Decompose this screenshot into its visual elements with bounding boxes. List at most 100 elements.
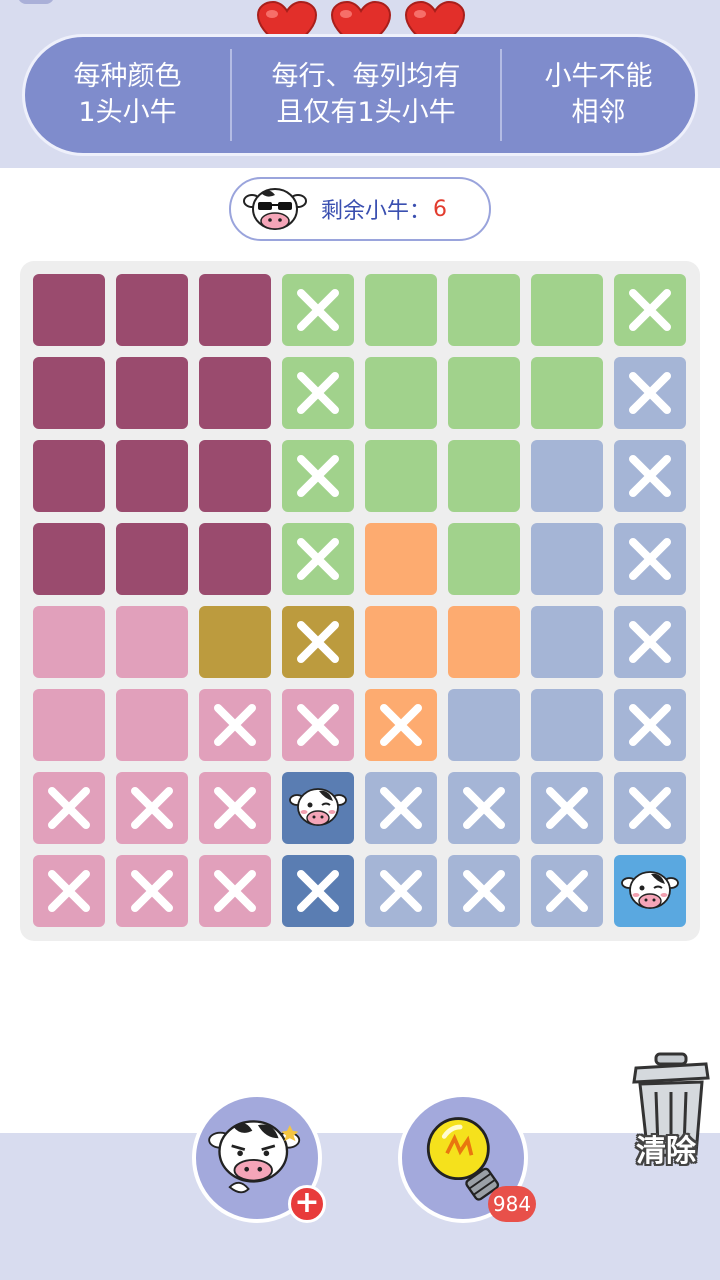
board-cell[interactable] — [448, 357, 520, 429]
board-cell[interactable] — [614, 274, 686, 346]
board-cell[interactable] — [448, 274, 520, 346]
board-cell[interactable] — [199, 523, 271, 595]
board-cell[interactable] — [282, 772, 354, 844]
board-cell[interactable] — [531, 357, 603, 429]
board-cell[interactable] — [531, 523, 603, 595]
cross-mark-icon — [627, 702, 673, 748]
cross-mark-icon — [212, 868, 258, 914]
board-cell[interactable] — [531, 274, 603, 346]
cross-mark-icon — [627, 619, 673, 665]
board-cell[interactable] — [116, 772, 188, 844]
rule-row-col-line1: 每行、每列均有 — [271, 61, 461, 92]
cow-placed-icon — [289, 785, 347, 831]
board-cell[interactable] — [116, 606, 188, 678]
board-cell[interactable] — [531, 689, 603, 761]
cross-mark-icon — [46, 868, 92, 914]
remaining-cows-pill: 剩余小牛： 6 — [229, 177, 491, 241]
cross-mark-icon — [295, 536, 341, 582]
board-cell[interactable] — [33, 357, 105, 429]
cross-mark-icon — [378, 702, 424, 748]
board-cell[interactable] — [199, 274, 271, 346]
board-cell[interactable] — [199, 689, 271, 761]
add-badge[interactable]: + — [288, 1185, 326, 1223]
board-cell[interactable] — [33, 772, 105, 844]
rules-panel: 每种颜色 1头小牛 每行、每列均有 且仅有1头小牛 小牛不能 相邻 — [22, 34, 698, 156]
board-cell[interactable] — [531, 855, 603, 927]
board-cell[interactable] — [199, 606, 271, 678]
board-cell[interactable] — [531, 606, 603, 678]
board-cell[interactable] — [531, 440, 603, 512]
remaining-count: 6 — [433, 196, 448, 222]
rule-row-col-line2: 且仅有1头小牛 — [276, 97, 456, 128]
board-cell[interactable] — [116, 689, 188, 761]
board-cell[interactable] — [448, 772, 520, 844]
board-cell[interactable] — [199, 440, 271, 512]
board-cell[interactable] — [282, 606, 354, 678]
game-board — [20, 261, 700, 941]
cow-placed-icon — [621, 868, 679, 914]
board-cell[interactable] — [448, 689, 520, 761]
cross-mark-icon — [627, 370, 673, 416]
cross-mark-icon — [295, 453, 341, 499]
board-cell[interactable] — [33, 689, 105, 761]
board-cell[interactable] — [116, 523, 188, 595]
board-cell[interactable] — [365, 772, 437, 844]
board-cell[interactable] — [116, 440, 188, 512]
board-cell[interactable] — [365, 689, 437, 761]
menu-tab[interactable] — [18, 0, 54, 4]
board-cell[interactable] — [199, 855, 271, 927]
board-cell[interactable] — [282, 523, 354, 595]
cross-mark-icon — [46, 785, 92, 831]
rule-color-line1: 每种颜色 — [73, 61, 182, 92]
board-cell[interactable] — [614, 772, 686, 844]
cross-mark-icon — [627, 453, 673, 499]
board-cell[interactable] — [33, 606, 105, 678]
board-cell[interactable] — [365, 606, 437, 678]
board-cell[interactable] — [33, 440, 105, 512]
board-cell[interactable] — [614, 440, 686, 512]
board-cell[interactable] — [199, 772, 271, 844]
board-cell[interactable] — [448, 855, 520, 927]
board-cell[interactable] — [365, 855, 437, 927]
remaining-label: 剩余小牛： — [321, 199, 432, 224]
board-cell[interactable] — [365, 274, 437, 346]
board-cell[interactable] — [282, 855, 354, 927]
cross-mark-icon — [378, 785, 424, 831]
clear-button-label[interactable]: 清除 — [636, 1126, 696, 1170]
board-cell[interactable] — [448, 523, 520, 595]
board-cell[interactable] — [282, 357, 354, 429]
board-cell[interactable] — [33, 855, 105, 927]
cross-mark-icon — [544, 868, 590, 914]
board-cell[interactable] — [116, 357, 188, 429]
cross-mark-icon — [627, 287, 673, 333]
board-cell[interactable] — [282, 689, 354, 761]
cross-mark-icon — [295, 702, 341, 748]
board-cell[interactable] — [365, 523, 437, 595]
board-cell[interactable] — [33, 274, 105, 346]
board-cell[interactable] — [614, 357, 686, 429]
board-cell[interactable] — [365, 440, 437, 512]
board-cell[interactable] — [365, 357, 437, 429]
cross-mark-icon — [627, 536, 673, 582]
board-cell[interactable] — [282, 274, 354, 346]
hint-count-badge: 984 — [488, 1186, 536, 1222]
board-cell[interactable] — [614, 523, 686, 595]
board-cell[interactable] — [614, 689, 686, 761]
board-cell[interactable] — [116, 274, 188, 346]
cross-mark-icon — [461, 785, 507, 831]
board-cell[interactable] — [531, 772, 603, 844]
board-cell[interactable] — [614, 606, 686, 678]
board-cell[interactable] — [448, 440, 520, 512]
board-cell[interactable] — [282, 440, 354, 512]
board-cell[interactable] — [116, 855, 188, 927]
rule-adjacent-line2: 相邻 — [571, 97, 626, 128]
cross-mark-icon — [295, 287, 341, 333]
cross-mark-icon — [212, 785, 258, 831]
cross-mark-icon — [129, 868, 175, 914]
board-cell[interactable] — [33, 523, 105, 595]
board-cell[interactable] — [614, 855, 686, 927]
board-cell[interactable] — [199, 357, 271, 429]
rule-adjacent-line1: 小牛不能 — [544, 61, 653, 92]
board-cell[interactable] — [448, 606, 520, 678]
cross-mark-icon — [212, 702, 258, 748]
